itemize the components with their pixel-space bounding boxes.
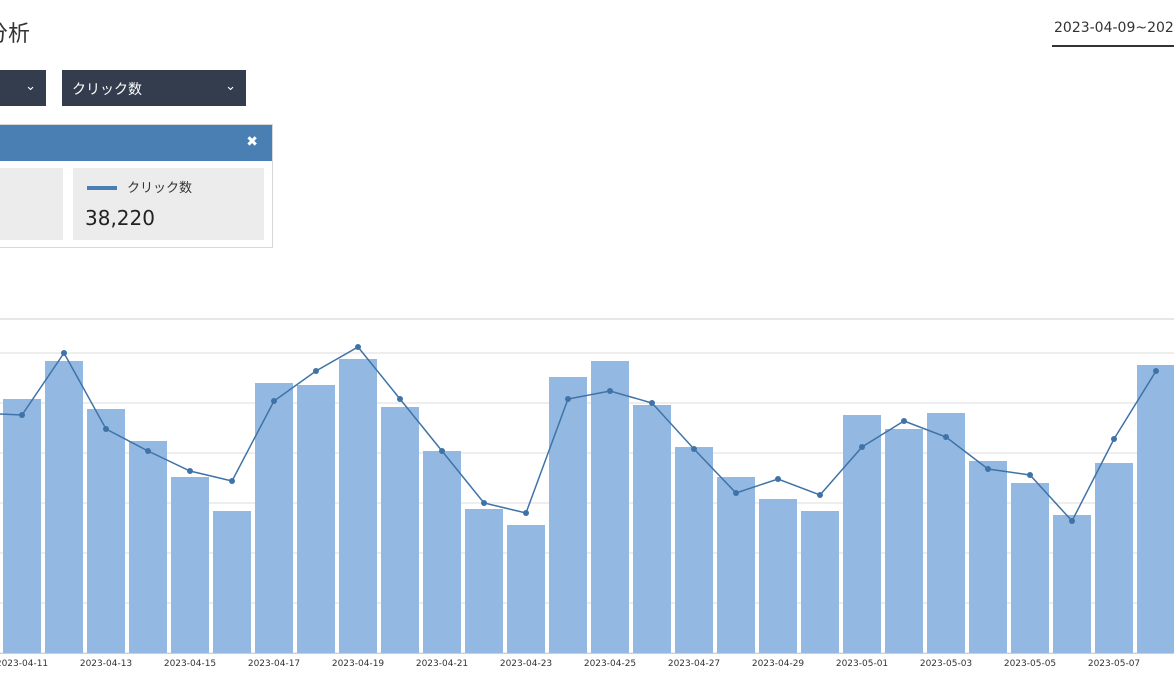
line-point-2023-04-11 — [19, 412, 25, 418]
x-tick-label: 2023-05-05 — [1004, 659, 1056, 669]
bar-2023-04-15 — [171, 477, 209, 653]
line-point-2023-04-27 — [691, 446, 697, 452]
x-tick-label: 2023-04-23 — [500, 659, 552, 669]
bar-2023-04-17 — [255, 383, 293, 653]
x-tick-label: 2023-05-03 — [920, 659, 972, 669]
bar-2023-05-04 — [969, 461, 1007, 653]
bar-2023-04-22 — [465, 509, 503, 653]
bar-2023-04-14 — [129, 441, 167, 653]
bar-2023-04-12 — [45, 361, 83, 653]
line-point-2023-05-03 — [943, 434, 949, 440]
bar-2023-04-25 — [591, 361, 629, 653]
line-point-2023-04-28 — [733, 490, 739, 496]
line-point-2023-04-20 — [397, 396, 403, 402]
bar-2023-05-01 — [843, 415, 881, 653]
bar-2023-04-30 — [801, 511, 839, 653]
bar-2023-04-27 — [675, 447, 713, 653]
bar-2023-04-11 — [3, 399, 41, 653]
line-point-2023-04-21 — [439, 448, 445, 454]
bar-2023-04-21 — [423, 451, 461, 653]
x-tick-label: 2023-04-17 — [248, 659, 300, 669]
line-point-2023-05-05 — [1027, 472, 1033, 478]
bar-2023-04-26 — [633, 405, 671, 653]
line-point-2023-05-01 — [859, 444, 865, 450]
line-point-2023-04-19 — [355, 344, 361, 350]
bar-2023-04-18 — [297, 385, 335, 653]
line-point-2023-04-13 — [103, 426, 109, 432]
line-point-2023-04-14 — [145, 448, 151, 454]
line-point-2023-04-25 — [607, 388, 613, 394]
x-tick-label: 2023-04-27 — [668, 659, 720, 669]
bar-2023-04-24 — [549, 377, 587, 653]
line-point-2023-04-22 — [481, 500, 487, 506]
bar-2023-05-02 — [885, 429, 923, 653]
x-tick-label: 2023-04-25 — [584, 659, 636, 669]
line-point-2023-05-04 — [985, 466, 991, 472]
line-point-2023-05-08 — [1153, 368, 1159, 374]
bar-2023-04-13 — [87, 409, 125, 653]
line-point-2023-04-24 — [565, 396, 571, 402]
bar-2023-05-08 — [1137, 365, 1174, 653]
x-tick-label: 2023-04-29 — [752, 659, 805, 669]
line-point-2023-04-26 — [649, 400, 655, 406]
x-tick-label: 2023-05-07 — [1088, 659, 1140, 669]
line-point-2023-04-18 — [313, 368, 319, 374]
bar-2023-05-03 — [927, 413, 965, 653]
line-point-2023-04-15 — [187, 468, 193, 474]
page: 分析 2023-04-09~2023-05-08 ⌄ クリック数 ⌄ ✖ クリッ… — [0, 0, 1174, 686]
x-tick-label: 2023-04-13 — [80, 659, 132, 669]
line-point-2023-05-02 — [901, 418, 907, 424]
x-tick-label: 2023-05-01 — [836, 659, 888, 669]
line-point-2023-04-23 — [523, 510, 529, 516]
line-point-2023-05-06 — [1069, 518, 1075, 524]
line-point-2023-04-12 — [61, 350, 67, 356]
bar-2023-05-05 — [1011, 483, 1049, 653]
bar-2023-05-07 — [1095, 463, 1133, 653]
x-axis: 2023-04-11 2023-04-13 2023-04-15 2023-04-17… — [0, 653, 1174, 669]
x-tick-label: 2023-04-21 — [416, 659, 468, 669]
chart: 2023-04-11 2023-04-13 2023-04-15 2023-04-17… — [0, 318, 1174, 669]
bar-2023-05-06 — [1053, 515, 1091, 653]
x-tick-label: 2023-04-11 — [0, 659, 48, 669]
line-point-2023-05-07 — [1111, 436, 1117, 442]
bar-2023-04-28 — [717, 477, 755, 653]
x-tick-label: 2023-04-15 — [164, 659, 216, 669]
line-point-2023-04-29 — [775, 476, 781, 482]
x-tick-label: 2023-04-19 — [332, 659, 385, 669]
line-point-2023-04-17 — [271, 398, 277, 404]
line-point-2023-04-16 — [229, 478, 235, 484]
bar-2023-04-29 — [759, 499, 797, 653]
bar-2023-04-20 — [381, 407, 419, 653]
bar-2023-04-19 — [339, 359, 377, 653]
bar-2023-04-16 — [213, 511, 251, 653]
line-point-2023-04-30 — [817, 492, 823, 498]
bar-2023-04-23 — [507, 525, 545, 653]
